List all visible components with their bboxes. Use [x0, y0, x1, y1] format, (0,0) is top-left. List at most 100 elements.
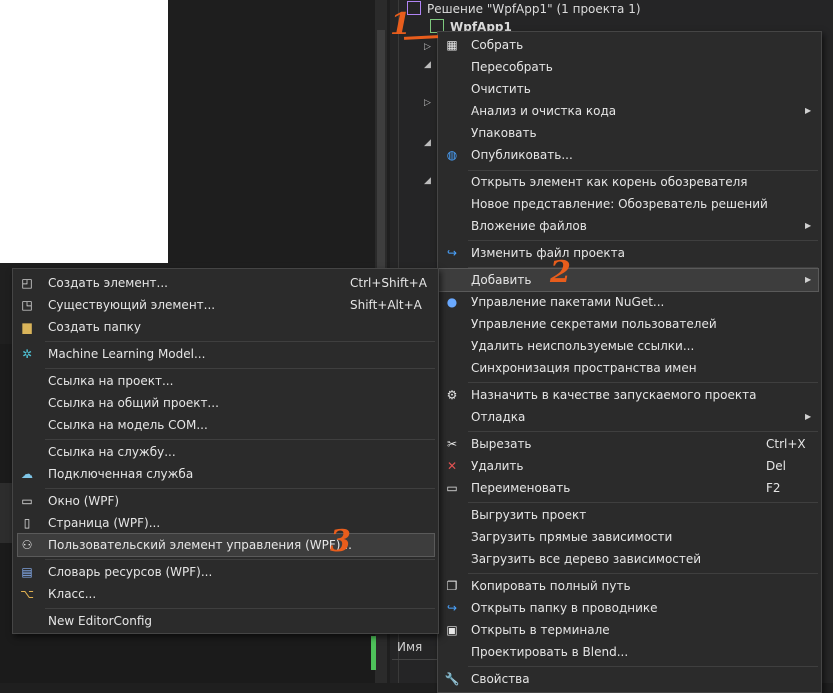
menu-item-design-in-blend[interactable]: Проектировать в Blend... [440, 641, 819, 663]
scrollbar-thumb[interactable] [377, 30, 385, 270]
menu-item-debug[interactable]: Отладка ▶ [440, 406, 819, 428]
submenu-arrow-icon: ▶ [805, 412, 812, 421]
menu-item-add[interactable]: Добавить ▶ [438, 268, 819, 292]
connected-service-icon: ☁ [21, 467, 33, 481]
status-indicator [371, 636, 376, 670]
wrench-icon: 🔧 [444, 672, 460, 686]
tree-collapse-icon[interactable]: ◢ [424, 60, 431, 70]
submenu-item-existing-item[interactable]: ◳ Существующий элемент... Shift+Alt+A [15, 294, 436, 316]
step-annotation-1: 1 [390, 7, 411, 42]
editor-white-area [0, 0, 168, 263]
submenu-item-new-item[interactable]: ◰ Создать элемент... Ctrl+Shift+A [15, 272, 436, 294]
nuget-icon: ● [446, 295, 458, 309]
menu-item-remove-unused-refs[interactable]: Удалить неиспользуемые ссылки... [440, 335, 819, 357]
edit-project-arrow-icon: ↪ [446, 246, 458, 260]
menu-separator [45, 559, 435, 560]
menu-separator [468, 382, 818, 383]
editor-dark-area [168, 0, 375, 263]
menu-item-file-nesting[interactable]: Вложение файлов ▶ [440, 215, 819, 237]
menu-item-nuget[interactable]: ● Управление пакетами NuGet... [440, 291, 819, 313]
class-icon: ⌥ [20, 587, 34, 601]
build-icon: ▦ [446, 38, 458, 52]
delete-x-icon: ✕ [446, 459, 458, 473]
ml-model-icon: ✲ [21, 347, 33, 361]
submenu-item-ml-model[interactable]: ✲ Machine Learning Model... [15, 343, 436, 365]
submenu-item-new-folder[interactable]: ▆ Создать папку [15, 316, 436, 338]
menu-item-new-view[interactable]: Новое представление: Обозреватель решени… [440, 193, 819, 215]
menu-item-sync-namespaces[interactable]: Синхронизация пространства имен [440, 357, 819, 379]
solution-label: Решение "WpfApp1" (1 проекта 1) [427, 2, 641, 16]
new-item-icon: ◰ [21, 276, 33, 290]
gear-icon: ⚙ [446, 388, 458, 402]
menu-item-clean[interactable]: Очистить [440, 78, 819, 100]
terminal-icon: ▣ [446, 623, 458, 637]
submenu-item-connected-service[interactable]: ☁ Подключенная служба [15, 463, 436, 485]
submenu-item-com-reference[interactable]: Ссылка на модель COM... [15, 414, 436, 436]
rename-icon: ▭ [446, 481, 458, 495]
tree-expand-icon[interactable]: ▷ [424, 98, 431, 108]
menu-item-delete[interactable]: ✕ Удалить Del [440, 455, 819, 477]
menu-item-properties[interactable]: 🔧 Свойства [440, 668, 819, 690]
tree-collapse-icon[interactable]: ◢ [424, 176, 431, 186]
menu-separator [468, 502, 818, 503]
copy-icon: ❐ [446, 579, 458, 593]
submenu-item-service-reference[interactable]: Ссылка на службу... [15, 441, 436, 463]
submenu-arrow-icon: ▶ [805, 275, 812, 284]
menu-item-set-startup[interactable]: ⚙ Назначить в качестве запускаемого прое… [440, 384, 819, 406]
tree-expand-icon[interactable]: ▷ [424, 42, 431, 52]
existing-item-icon: ◳ [21, 298, 33, 312]
step-annotation-2: 2 [550, 255, 571, 290]
submenu-item-page-wpf[interactable]: ▯ Страница (WPF)... [15, 512, 436, 534]
submenu-arrow-icon: ▶ [805, 221, 812, 230]
menu-item-user-secrets[interactable]: Управление секретами пользователей [440, 313, 819, 335]
menu-separator [45, 439, 435, 440]
menu-item-build[interactable]: ▦ Собрать [440, 34, 819, 56]
menu-item-scope-to-this[interactable]: Открыть элемент как корень обозревателя [440, 171, 819, 193]
project-context-menu: ▦ Собрать Пересобрать Очистить Анализ и … [437, 31, 822, 693]
menu-separator [468, 666, 818, 667]
step-annotation-3: 3 [330, 524, 351, 559]
submenu-item-window-wpf[interactable]: ▭ Окно (WPF) [15, 490, 436, 512]
menu-item-open-folder[interactable]: ↪ Открыть папку в проводнике [440, 597, 819, 619]
new-folder-icon: ▆ [22, 320, 32, 334]
column-divider [392, 659, 437, 660]
menu-separator [45, 368, 435, 369]
menu-item-copy-full-path[interactable]: ❐ Копировать полный путь [440, 575, 819, 597]
menu-separator [468, 573, 818, 574]
menu-item-rebuild[interactable]: Пересобрать [440, 56, 819, 78]
submenu-item-project-reference[interactable]: Ссылка на проект... [15, 370, 436, 392]
solution-node[interactable]: Решение "WpfApp1" (1 проекта 1) [407, 0, 641, 18]
menu-separator [45, 341, 435, 342]
menu-item-edit-project[interactable]: ↪ Изменить файл проекта [440, 242, 819, 264]
menu-item-cut[interactable]: ✂ Вырезать Ctrl+X [440, 433, 819, 455]
submenu-item-new-editorconfig[interactable]: New EditorConfig [15, 610, 436, 632]
name-column-header[interactable]: Имя [397, 636, 437, 658]
menu-item-open-terminal[interactable]: ▣ Открыть в терминале [440, 619, 819, 641]
menu-separator [468, 267, 818, 268]
menu-item-pack[interactable]: Упаковать [440, 122, 819, 144]
submenu-item-user-control-wpf[interactable]: ⚇ Пользовательский элемент управления (W… [17, 533, 435, 557]
submenu-arrow-icon: ▶ [805, 106, 812, 115]
submenu-item-shared-project-reference[interactable]: Ссылка на общий проект... [15, 392, 436, 414]
submenu-item-class[interactable]: ⌥ Класс... [15, 583, 436, 605]
scissors-icon: ✂ [446, 437, 458, 451]
menu-separator [468, 240, 818, 241]
menu-separator [468, 431, 818, 432]
add-submenu: ◰ Создать элемент... Ctrl+Shift+A ◳ Суще… [12, 268, 439, 634]
menu-item-publish[interactable]: ◍ Опубликовать... [440, 144, 819, 166]
resource-dictionary-icon: ▤ [21, 565, 33, 579]
window-icon: ▭ [21, 494, 33, 508]
menu-item-load-all-deps[interactable]: Загрузить все дерево зависимостей [440, 548, 819, 570]
menu-item-analyze[interactable]: Анализ и очистка кода ▶ [440, 100, 819, 122]
user-control-icon: ⚇ [21, 538, 33, 552]
submenu-item-resource-dictionary[interactable]: ▤ Словарь ресурсов (WPF)... [15, 561, 436, 583]
folder-open-arrow-icon: ↪ [446, 601, 458, 615]
page-icon: ▯ [23, 516, 31, 530]
menu-item-load-direct-deps[interactable]: Загрузить прямые зависимости [440, 526, 819, 548]
tree-collapse-icon[interactable]: ◢ [424, 138, 431, 148]
menu-item-rename[interactable]: ▭ Переименовать F2 [440, 477, 819, 499]
menu-item-unload-project[interactable]: Выгрузить проект [440, 504, 819, 526]
publish-globe-icon: ◍ [446, 148, 458, 162]
menu-separator [45, 488, 435, 489]
menu-separator [45, 608, 435, 609]
